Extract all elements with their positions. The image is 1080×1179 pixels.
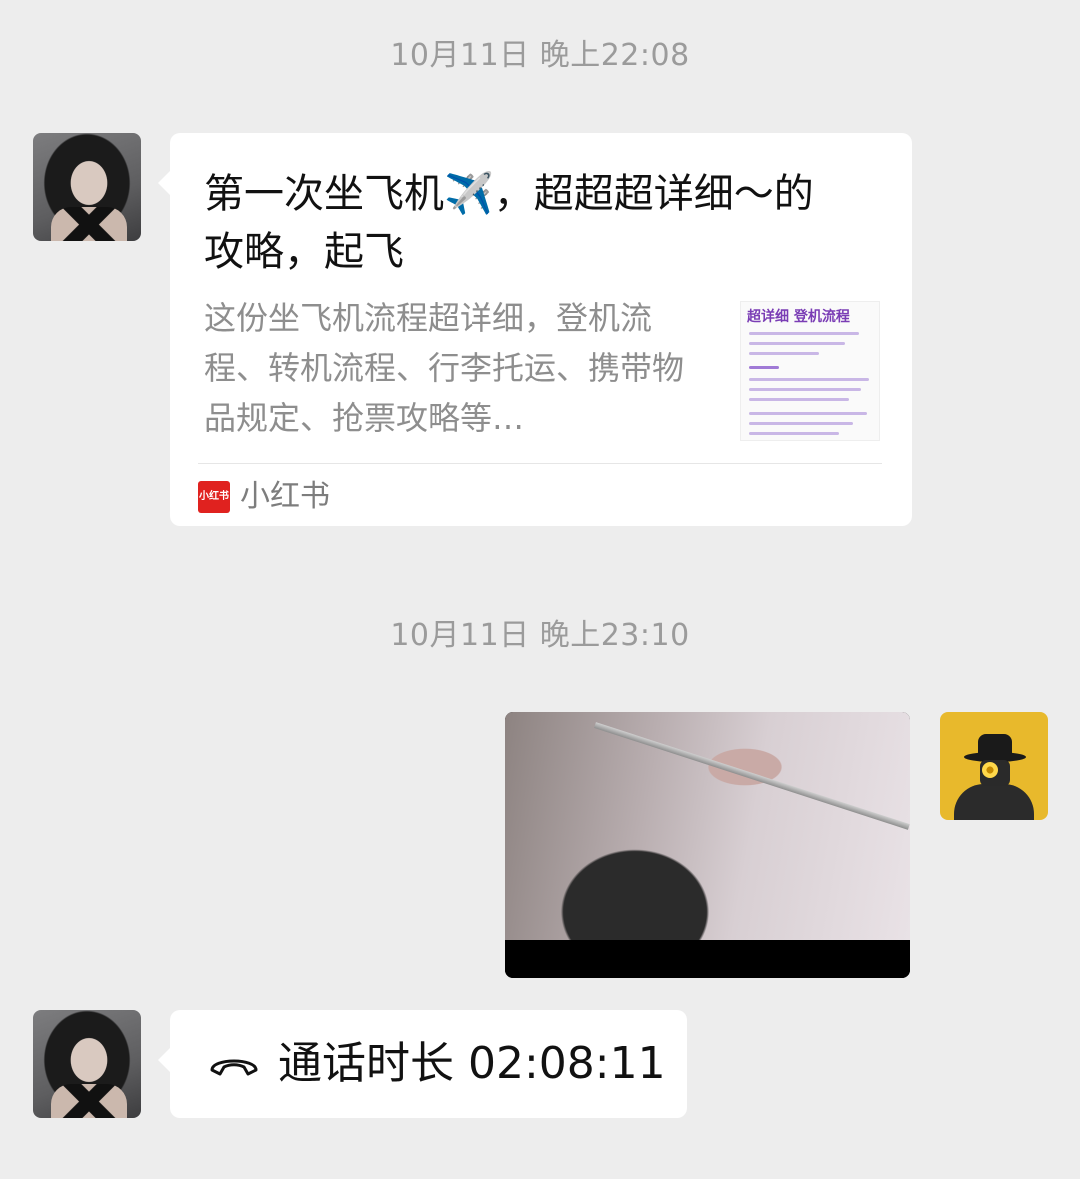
thumbnail-line [749, 352, 819, 355]
thumbnail-line [749, 342, 845, 345]
flower-icon [982, 762, 998, 778]
thumbnail-line [749, 366, 779, 369]
card-divider [198, 463, 882, 464]
card-description: 这份坐飞机流程超详细，登机流程、转机流程、行李托运、携带物品规定、抢票攻略等… [204, 299, 685, 437]
message-timestamp: 10月11日 晚上23:10 [390, 618, 690, 653]
video-message[interactable] [505, 712, 910, 978]
card-source-name: 小红书 [240, 479, 330, 514]
my-avatar[interactable] [940, 712, 1048, 820]
contact-avatar[interactable] [33, 1010, 141, 1118]
card-thumbnail: 超详细 登机流程 [740, 301, 880, 441]
phone-hangup-icon [210, 1059, 258, 1076]
card-title: 第一次坐飞机✈️，超超超详细～的攻略，起飞 [204, 171, 814, 275]
video-bottom-bar [505, 940, 910, 978]
video-thumbnail [505, 712, 910, 940]
xiaohongshu-logo-icon: 小红书 [198, 481, 230, 513]
thumbnail-line [749, 432, 839, 435]
shared-link-card[interactable]: 第一次坐飞机✈️，超超超详细～的攻略，起飞 这份坐飞机流程超详细，登机流程、转机… [158, 133, 912, 526]
chat-window: 10月11日 晚上22:08 第一次坐飞机✈️，超超超详细～的攻略，起飞 这份坐… [0, 0, 1080, 1179]
thumbnail-line [749, 378, 869, 381]
avatar-figure [954, 784, 1034, 820]
thumbnail-header: 超详细 登机流程 [747, 309, 850, 325]
thumbnail-line [749, 388, 861, 391]
thumbnail-line [749, 412, 867, 415]
call-duration-label: 通话时长 02:08:11 [278, 1038, 666, 1089]
thumbnail-line [749, 422, 853, 425]
thumbnail-line [749, 332, 859, 335]
contact-avatar[interactable] [33, 133, 141, 241]
call-record-bubble[interactable]: 通话时长 02:08:11 [158, 1010, 687, 1118]
thumbnail-line [749, 398, 849, 401]
message-timestamp: 10月11日 晚上22:08 [390, 38, 690, 73]
